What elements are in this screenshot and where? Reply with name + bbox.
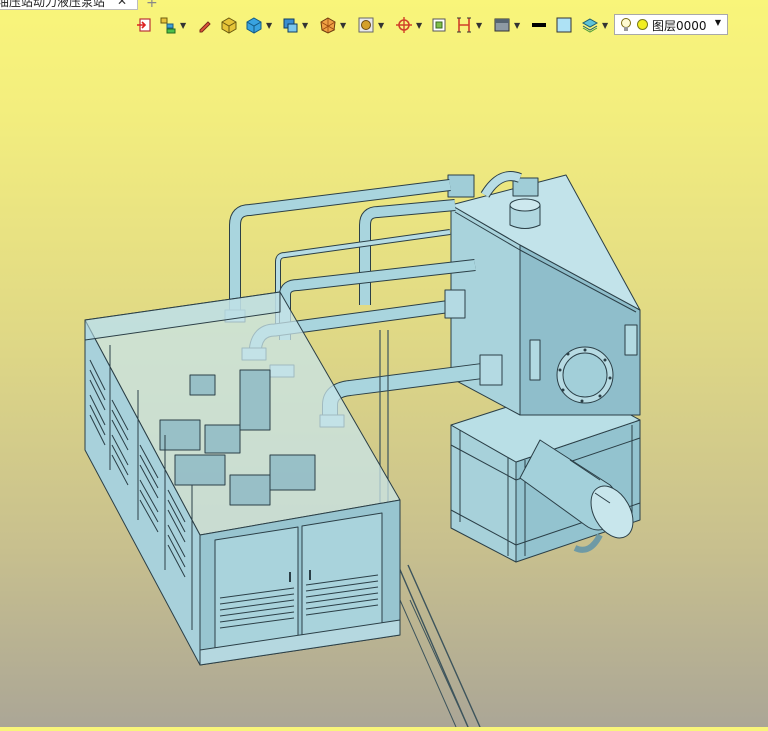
render-material-icon[interactable]	[356, 14, 376, 36]
layer-stack-icon[interactable]	[580, 14, 600, 36]
lightbulb-icon[interactable]	[620, 17, 632, 36]
display-dropdown-arrow[interactable]: ▼	[302, 22, 308, 30]
display-style-icon[interactable]	[280, 14, 300, 36]
orientation-dropdown-arrow[interactable]: ▼	[416, 22, 422, 30]
view-orientation-icon[interactable]	[394, 14, 414, 36]
pencil-icon[interactable]	[196, 14, 214, 36]
dimension-dropdown-arrow[interactable]: ▼	[476, 22, 482, 30]
3d-viewport[interactable]	[0, 40, 768, 728]
solid-dropdown-arrow[interactable]: ▼	[266, 22, 272, 30]
section-dropdown-arrow[interactable]: ▼	[340, 22, 346, 30]
document-tab[interactable]: 油压站动力液压泵站 ✕	[0, 0, 138, 10]
add-tab-icon[interactable]: +	[146, 0, 158, 11]
render-dropdown-arrow[interactable]: ▼	[378, 22, 384, 30]
layer-selector[interactable]: 图层0000 ▼	[614, 14, 728, 35]
document-tab-strip: 油压站动力液压泵站 ✕ +	[0, 0, 170, 11]
assembly-tree-icon[interactable]	[158, 14, 178, 36]
background-icon[interactable]	[492, 14, 512, 36]
solid-block-icon[interactable]	[244, 14, 264, 36]
line-color-icon[interactable]	[530, 14, 548, 36]
close-icon[interactable]: ✕	[117, 0, 127, 7]
background-dropdown-arrow[interactable]: ▼	[514, 22, 520, 30]
layer-color-swatch	[637, 19, 648, 30]
layer-stack-dropdown-arrow[interactable]: ▼	[602, 22, 608, 30]
fit-view-icon[interactable]	[430, 14, 448, 36]
cube-3d-icon[interactable]	[219, 14, 239, 36]
assembly-dropdown-arrow[interactable]: ▼	[180, 22, 186, 30]
section-view-icon[interactable]	[318, 14, 338, 36]
layer-name: 图层0000	[652, 19, 707, 33]
exit-sketch-icon[interactable]	[134, 14, 154, 36]
chevron-down-icon[interactable]: ▼	[715, 18, 721, 27]
dimension-icon[interactable]	[454, 14, 474, 36]
hydraulic-station-model	[84, 171, 641, 728]
document-tab-title: 油压站动力液压泵站	[0, 0, 106, 9]
fill-color-icon[interactable]	[554, 14, 574, 36]
